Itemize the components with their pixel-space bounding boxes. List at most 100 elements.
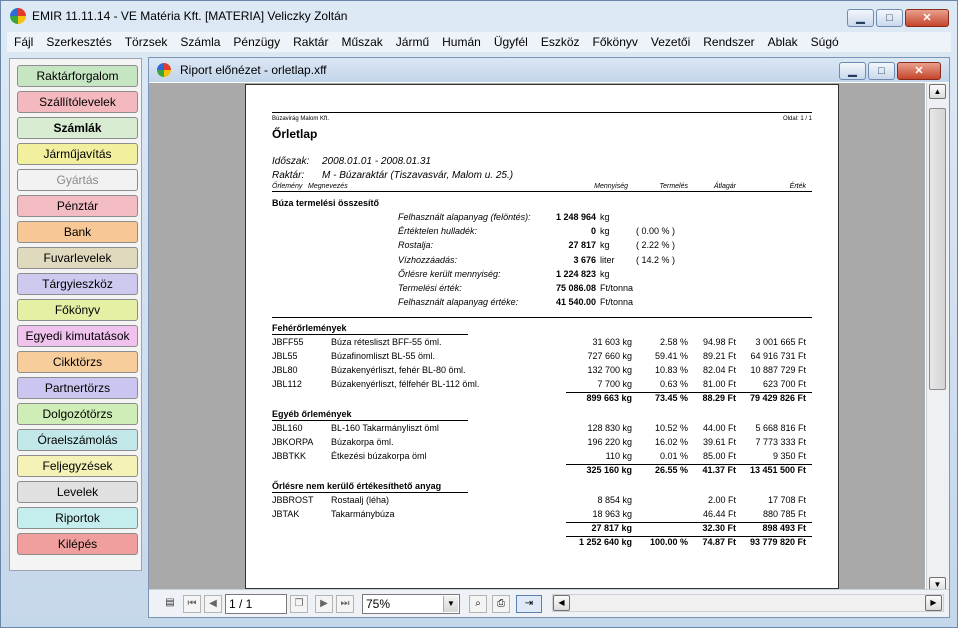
- menu-fajl[interactable]: Fájl: [14, 35, 33, 49]
- row-code: JBTAK: [272, 509, 300, 519]
- sidebar-button-18[interactable]: Kilépés: [17, 533, 138, 555]
- page-view-icon[interactable]: ❐: [290, 595, 308, 613]
- group-title: Egyéb őrlemények: [272, 409, 352, 419]
- page-number-input[interactable]: 1 / 1: [225, 594, 287, 614]
- sidebar-button-13[interactable]: Dolgozótörzs: [17, 403, 138, 425]
- subtotal-price: 88.29 Ft: [702, 393, 736, 403]
- last-page-icon[interactable]: ⏭: [336, 595, 354, 613]
- group-title: Fehérőrlemények: [272, 323, 347, 333]
- summary-label: Termelési érték:: [398, 283, 462, 293]
- summary-title: Búza termelési összesítő: [272, 198, 380, 208]
- sidebar-button-15[interactable]: Feljegyzések: [17, 455, 138, 477]
- print-icon[interactable]: ⎙: [492, 595, 510, 613]
- menu-muszak[interactable]: Műszak: [341, 35, 382, 49]
- find-binoculars-icon[interactable]: ⌕: [469, 595, 487, 613]
- row-yield: 10.83 %: [654, 365, 688, 375]
- row-name: Búzakenyérliszt, félfehér BL-112 öml.: [331, 379, 480, 389]
- sidebar-button-8[interactable]: Tárgyieszköz: [17, 273, 138, 295]
- menu-ablak[interactable]: Ablak: [768, 35, 798, 49]
- close-button[interactable]: ✕: [905, 9, 949, 27]
- company-name: Búzavirág Malom Kft.: [272, 116, 330, 122]
- menu-bar: Fájl Szerkesztés Törzsek Számla Pénzügy …: [7, 32, 951, 52]
- preview-minimize-button[interactable]: ▁: [839, 62, 866, 80]
- row-code: JBFF55: [272, 337, 304, 347]
- summary-value: 1 248 964: [555, 212, 596, 222]
- menu-raktar[interactable]: Raktár: [293, 35, 328, 49]
- horizontal-scrollbar[interactable]: ◀ ▶: [552, 594, 944, 612]
- row-quantity: 727 660 kg: [587, 351, 632, 361]
- menu-human[interactable]: Humán: [442, 35, 481, 49]
- row-code: JBL160: [272, 423, 303, 433]
- menu-szamla[interactable]: Számla: [180, 35, 220, 49]
- sidebar-button-17[interactable]: Riportok: [17, 507, 138, 529]
- row-price: 81.00 Ft: [702, 379, 736, 389]
- preview-title-bar: Riport előnézet - orletlap.xff ▁ □ ✕: [149, 58, 949, 82]
- report-page: Búzavirág Malom Kft. Oldal: 1 / 1 Őrletlap…: [245, 84, 839, 589]
- zoom-select[interactable]: 75% ▼: [362, 594, 460, 614]
- sidebar-button-10[interactable]: Egyedi kimutatások: [17, 325, 138, 347]
- row-quantity: 31 603 kg: [592, 337, 632, 347]
- row-value: 17 708 Ft: [767, 495, 806, 505]
- row-quantity: 110 kg: [605, 451, 632, 461]
- sidebar-button-14[interactable]: Óraelszámolás: [17, 429, 138, 451]
- row-code: JBKORPA: [272, 437, 314, 447]
- row-yield: 10.52 %: [654, 423, 688, 433]
- first-page-icon[interactable]: ⏮: [183, 595, 201, 613]
- sidebar-button-6[interactable]: Bank: [17, 221, 138, 243]
- preview-restore-button[interactable]: □: [868, 62, 895, 80]
- summary-unit: kg: [600, 240, 610, 251]
- scroll-right-icon[interactable]: ▶: [925, 595, 942, 611]
- sidebar-button-1[interactable]: Szállítólevelek: [17, 91, 138, 113]
- scroll-left-icon[interactable]: ◀: [553, 595, 570, 611]
- row-value: 10 887 729 Ft: [750, 365, 806, 375]
- menu-jarmu[interactable]: Jármű: [396, 35, 429, 49]
- menu-szerkesztes[interactable]: Szerkesztés: [46, 35, 111, 49]
- subtotal-yield: 26.55 %: [654, 465, 688, 475]
- summary-value: 41 540.00: [555, 297, 596, 308]
- menu-eszkoz[interactable]: Eszköz: [541, 35, 580, 49]
- previous-page-icon[interactable]: ◀: [204, 595, 222, 613]
- row-price: 94.98 Ft: [702, 337, 736, 347]
- subtotal-quantity: 325 160 kg: [586, 465, 632, 475]
- sidebar-button-0[interactable]: Raktárforgalom: [17, 65, 138, 87]
- menu-sugo[interactable]: Súgó: [811, 35, 839, 49]
- minimize-button[interactable]: ▁: [847, 9, 874, 27]
- sidebar-button-7[interactable]: Fuvarlevelek: [17, 247, 138, 269]
- row-value: 7 773 333 Ft: [755, 437, 806, 447]
- sidebar-button-11[interactable]: Cikktörzs: [17, 351, 138, 373]
- menu-ugyfel[interactable]: Ügyfél: [494, 35, 528, 49]
- vertical-scrollbar[interactable]: ▲ ▼: [926, 83, 949, 594]
- warehouse-value: M - Búzaraktár (Tiszavasvár, Malom u. 25…: [322, 170, 514, 181]
- menu-torzsek[interactable]: Törzsek: [125, 35, 168, 49]
- sidebar-button-2[interactable]: Számlák: [17, 117, 138, 139]
- summary-unit: Ft/tonna: [600, 297, 634, 308]
- chevron-down-icon[interactable]: ▼: [443, 596, 458, 612]
- menu-vezetoi[interactable]: Vezetői: [651, 35, 690, 49]
- row-price: 82.04 Ft: [702, 365, 736, 375]
- row-quantity: 128 830 kg: [587, 423, 632, 433]
- sidebar-button-9[interactable]: Főkönyv: [17, 299, 138, 321]
- sidebar-button-5[interactable]: Pénztár: [17, 195, 138, 217]
- next-page-icon[interactable]: ▶: [315, 595, 333, 613]
- scroll-thumb[interactable]: [929, 108, 946, 390]
- summary-label: Rostalja:: [398, 240, 434, 251]
- preview-title: Riport előnézet - orletlap.xff: [180, 63, 327, 77]
- row-yield: 59.41 %: [654, 351, 688, 361]
- maximize-button[interactable]: □: [876, 9, 903, 27]
- export-icon[interactable]: ⇥: [516, 595, 542, 613]
- row-name: Rostaalj (léha): [331, 495, 390, 505]
- row-value: 3 001 665 Ft: [755, 337, 806, 347]
- menu-fokonyv[interactable]: Főkönyv: [593, 35, 638, 49]
- menu-penzugy[interactable]: Pénzügy: [233, 35, 280, 49]
- sidebar-button-16[interactable]: Levelek: [17, 481, 138, 503]
- scroll-up-icon[interactable]: ▲: [929, 84, 946, 99]
- menu-rendszer[interactable]: Rendszer: [703, 35, 754, 49]
- sidebar-button-3[interactable]: Járműjavítás: [17, 143, 138, 165]
- summary-percent: ( 0.00 % ): [636, 226, 676, 237]
- preview-close-button[interactable]: ✕: [897, 62, 941, 80]
- sidebar-button-4[interactable]: Gyártás: [17, 169, 138, 191]
- thumbnails-icon[interactable]: ▤: [161, 595, 179, 613]
- grand-total-price: 74.87 Ft: [702, 537, 736, 547]
- subtotal-price: 32.30 Ft: [702, 523, 736, 533]
- sidebar-button-12[interactable]: Partnertörzs: [17, 377, 138, 399]
